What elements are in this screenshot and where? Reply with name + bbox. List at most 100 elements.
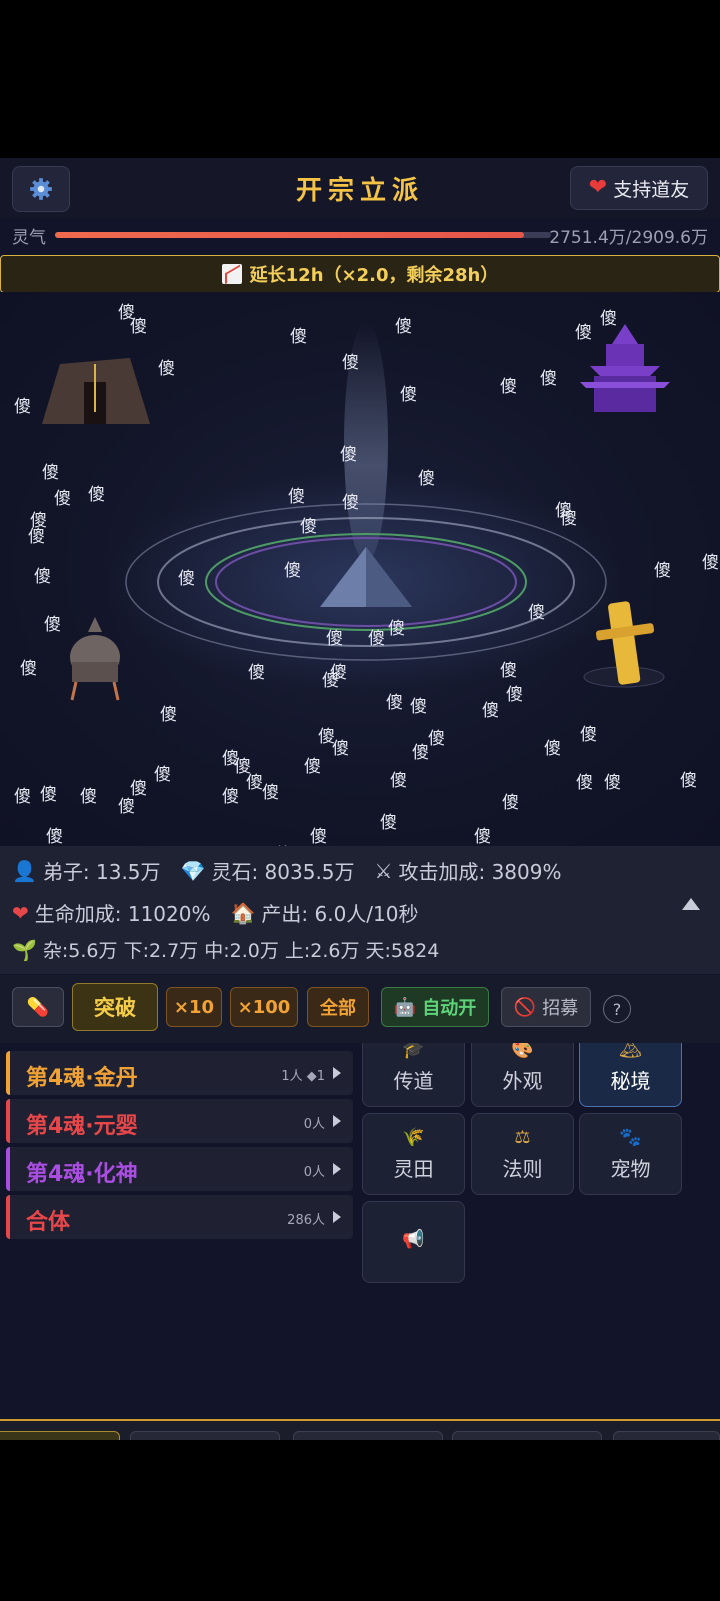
scatter-glyph: 傻 <box>304 757 321 777</box>
output-stat: 产出: 6.0人/10秒 <box>261 902 419 926</box>
scatter-glyph: 傻 <box>284 561 301 581</box>
scatter-glyph: 傻 <box>160 705 177 725</box>
auto-open-button[interactable]: 🤖 自动开 <box>381 987 489 1027</box>
feature-label: 传道 <box>393 1068 434 1093</box>
realm-row[interactable]: 第4魂·金丹 1人 ◆1 <box>6 1051 353 1095</box>
scatter-glyph: 傻 <box>46 827 63 846</box>
scatter-glyph: 傻 <box>560 509 577 529</box>
feature-label: 宠物 <box>610 1156 651 1181</box>
recruit-button[interactable]: 🚫 招募 <box>501 987 591 1027</box>
feature-tile[interactable]: 🎓 传道 <box>362 1043 465 1107</box>
pill-chip[interactable]: 化神丹×62 <box>613 1431 720 1440</box>
house-icon: 🏠 <box>230 900 256 925</box>
lingqi-row: 灵气 2751.4万/2909.6万 <box>0 218 720 254</box>
header: 开宗立派 ❤ 支持道友 <box>0 158 720 218</box>
map-scene <box>42 322 670 701</box>
scatter-glyph: 傻 <box>410 697 427 717</box>
stats-panel: 👤 弟子: 13.5万 💎 灵石: 8035.5万 ⚔ 攻击加成: 3809% … <box>0 846 720 974</box>
sect-map[interactable]: 傻傻傻傻傻傻傻傻傻傻傻傻傻傻傻傻傻傻傻傻傻傻傻傻傻傻傻傻傻傻傻傻傻傻傻傻傻傻傻傻… <box>0 292 720 846</box>
x100-button[interactable]: ×100 <box>230 987 298 1027</box>
stats-row-1: 👤 弟子: 13.5万 💎 灵石: 8035.5万 ⚔ 攻击加成: 3809% <box>12 856 561 885</box>
prohibited-icon: 🚫 <box>513 996 537 1018</box>
feature-icon: 🐾 <box>619 1126 642 1148</box>
realm-count: 1人 ◆1 <box>281 1069 325 1084</box>
scatter-glyph: 傻 <box>500 661 517 681</box>
feature-tile[interactable]: 🏔 秘境 <box>579 1043 682 1107</box>
user-icon: 👤 <box>12 858 37 883</box>
diamond-icon: 💎 <box>180 858 206 883</box>
realm-count: 286人 <box>287 1213 325 1228</box>
heart-icon: ❤ <box>588 175 608 200</box>
heart-icon: ❤ <box>12 900 29 925</box>
robot-icon: 🤖 <box>393 996 417 1018</box>
realm-count: 0人 <box>303 1117 325 1132</box>
realm-row[interactable]: 第4魂·化神 0人 <box>6 1147 353 1191</box>
scatter-glyph: 傻 <box>88 485 105 505</box>
scatter-glyph: 傻 <box>580 725 597 745</box>
scatter-glyph: 傻 <box>246 773 263 793</box>
breakthrough-button[interactable]: 突破 <box>72 983 158 1031</box>
lingqi-label: 灵气 <box>12 228 46 248</box>
feature-label: 秘境 <box>610 1068 651 1093</box>
chevron-right-icon <box>333 1067 341 1079</box>
scatter-glyph: 傻 <box>262 783 279 803</box>
pill-inventory-bar: 练气丹×5057 筑基丹×4508 金丹丹×2237 元婴丹×2306 化神丹×62 <box>0 1419 720 1440</box>
feature-icon: 🏔 <box>619 1043 642 1060</box>
all-button[interactable]: 全部 <box>307 987 369 1027</box>
scatter-glyph: 傻 <box>544 739 561 759</box>
scatter-glyph: 傻 <box>575 323 592 343</box>
feature-tile[interactable]: 🎨 外观 <box>471 1043 574 1107</box>
scatter-glyph: 傻 <box>80 787 97 807</box>
auto-open-label: 自动开 <box>422 998 477 1019</box>
scatter-glyph: 傻 <box>482 701 499 721</box>
pill-chip[interactable]: 元婴丹×2306 <box>452 1431 602 1440</box>
x10-button[interactable]: ×10 <box>166 987 222 1027</box>
scatter-glyph: 傻 <box>118 797 135 817</box>
scatter-glyph: 傻 <box>428 729 445 749</box>
scatter-glyph: 傻 <box>248 663 265 683</box>
action-bar: 💊 突破 ×10 ×100 全部 🤖 自动开 🚫 招募 ? <box>0 975 720 1043</box>
feature-icon: 🎓 <box>402 1043 425 1060</box>
boost-banner[interactable]: 延长12h（×2.0，剩余28h） <box>0 255 720 293</box>
help-button[interactable]: ? <box>603 995 631 1023</box>
scatter-glyph: 傻 <box>680 771 697 791</box>
scatter-glyph: 傻 <box>332 739 349 759</box>
pill-chip[interactable]: 练气丹×5057 <box>0 1431 120 1440</box>
scatter-glyph: 傻 <box>158 359 175 379</box>
swords-icon: ⚔ <box>374 858 393 883</box>
feature-tile[interactable]: 📢 <box>362 1201 465 1283</box>
pill-button[interactable]: 💊 <box>12 987 64 1027</box>
realm-name: 第4魂·化神 <box>26 1162 138 1187</box>
scatter-glyph: 傻 <box>14 397 31 417</box>
life-bonus-stat: 生命加成: 11020% <box>34 902 211 926</box>
mine-building <box>42 358 150 424</box>
chevron-right-icon <box>333 1211 341 1223</box>
support-button[interactable]: ❤ 支持道友 <box>570 166 708 210</box>
grade-stats: 杂:5.6万 下:2.7万 中:2.0万 上:2.6万 天:5824 <box>42 940 440 962</box>
scatter-glyph: 傻 <box>528 603 545 623</box>
scatter-glyph: 傻 <box>42 463 59 483</box>
feature-tile[interactable]: ⚖ 法则 <box>471 1113 574 1195</box>
stats-row-3: 🌱 杂:5.6万 下:2.7万 中:2.0万 上:2.6万 天:5824 <box>12 936 439 963</box>
realm-row[interactable]: 第4魂·元婴 0人 <box>6 1099 353 1143</box>
pill-chip[interactable]: 筑基丹×4508 <box>130 1431 280 1440</box>
realm-name: 合体 <box>26 1210 71 1235</box>
realm-row[interactable]: 合体 286人 <box>6 1195 353 1239</box>
scatter-glyph: 傻 <box>130 317 147 337</box>
feature-icon: ⚖ <box>514 1126 531 1148</box>
recruit-label: 招募 <box>542 998 579 1019</box>
collapse-toggle-icon[interactable] <box>682 898 700 910</box>
feature-label: 外观 <box>502 1068 543 1093</box>
scatter-glyph: 傻 <box>418 469 435 489</box>
scatter-glyph: 傻 <box>604 773 621 793</box>
feature-tile[interactable]: 🌾 灵田 <box>362 1113 465 1195</box>
pill-chip[interactable]: 金丹丹×2237 <box>293 1431 443 1440</box>
scatter-glyph: 傻 <box>500 377 517 397</box>
scatter-glyph: 傻 <box>44 615 61 635</box>
scatter-glyph: 傻 <box>28 527 45 547</box>
scatter-glyph: 傻 <box>342 493 359 513</box>
scatter-glyph: 傻 <box>386 693 403 713</box>
app-screen: 开宗立派 ❤ 支持道友 灵气 2751.4万/2909.6万 延长12h（×2.… <box>0 158 720 1440</box>
feature-tile[interactable]: 🐾 宠物 <box>579 1113 682 1195</box>
attack-bonus-stat: 攻击加成: 3809% <box>398 860 562 884</box>
